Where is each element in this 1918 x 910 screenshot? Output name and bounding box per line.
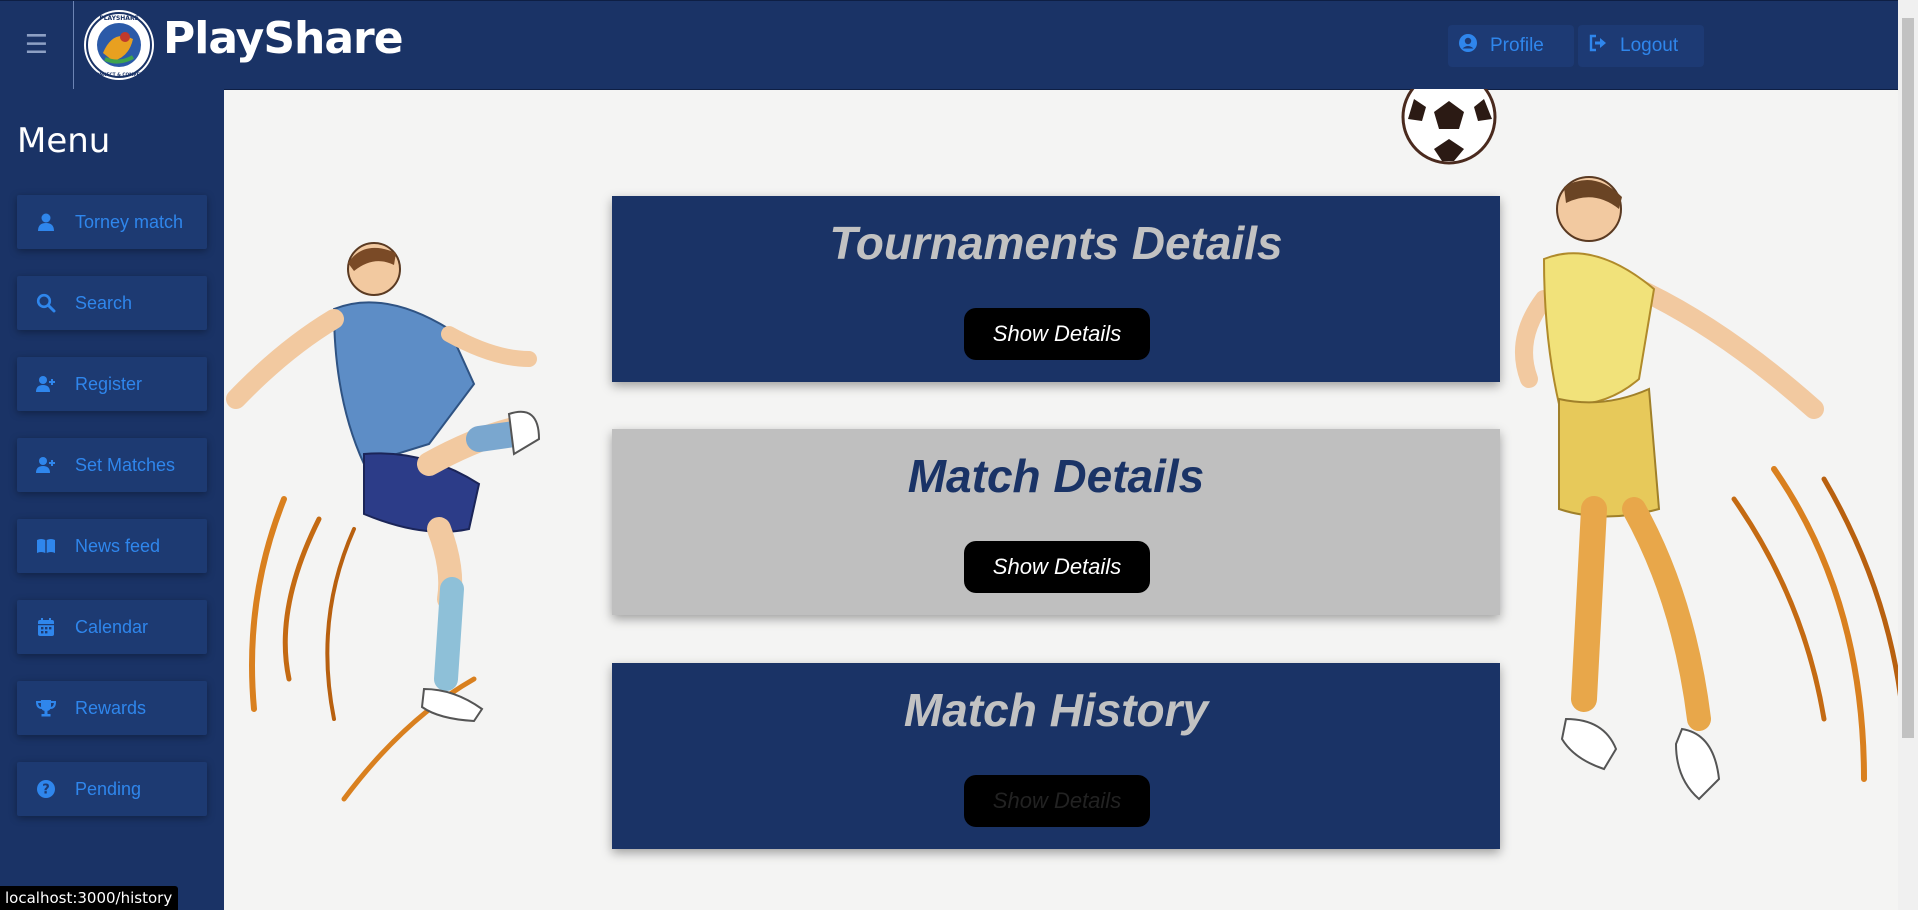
tournaments-details-card: Tournaments Details Show Details [612, 196, 1500, 382]
soccer-player-left-illustration [226, 242, 541, 802]
sidebar-item-news-feed[interactable]: News feed [17, 519, 207, 573]
profile-label: Profile [1490, 35, 1544, 56]
sidebar-item-register[interactable]: Register [17, 357, 207, 411]
svg-text:CONNECT & COMPETE: CONNECT & COMPETE [93, 72, 146, 78]
sidebar-item-torney-match[interactable]: Torney match [17, 195, 207, 249]
card-title: Match Details [907, 450, 1205, 502]
brand-name: PlayShare [163, 13, 404, 64]
sidebar-item-label: Calendar [75, 616, 149, 637]
book-open-icon [36, 536, 56, 556]
user-plus-icon [36, 374, 56, 394]
sidebar-item-label: News feed [75, 535, 161, 556]
hamburger-menu-button[interactable]: ☰ [0, 1, 74, 89]
card-title: Match History [903, 684, 1209, 736]
calendar-icon [36, 617, 56, 637]
sidebar-item-label: Search [75, 292, 133, 313]
soccer-ball-icon [1401, 89, 1497, 165]
logout-button[interactable]: Logout [1578, 25, 1704, 67]
search-icon [36, 293, 56, 313]
sidebar-item-label: Rewards [75, 697, 147, 718]
scrollbar-thumb[interactable] [1902, 18, 1914, 738]
sidebar-item-label: Torney match [75, 211, 184, 232]
profile-button[interactable]: Profile [1448, 25, 1574, 67]
svg-text:PLAYSHARE: PLAYSHARE [99, 15, 138, 22]
user-icon [36, 212, 56, 232]
top-navbar: ☰ PLAYSHARE CONNECT & COMPETE PlayShare … [0, 0, 1898, 90]
menu-title: Menu [17, 121, 111, 161]
sidebar-item-label: Set Matches [75, 454, 176, 475]
vertical-scrollbar[interactable] [1898, 0, 1918, 910]
main-content: Tournaments Details Show Details Match D… [224, 89, 1898, 910]
playshare-logo[interactable]: PLAYSHARE CONNECT & COMPETE [83, 9, 155, 81]
match-history-card: Match History Show Details [612, 663, 1500, 849]
sidebar-item-pending[interactable]: ? Pending [17, 762, 207, 816]
show-details-button[interactable]: Show Details [964, 541, 1150, 593]
sidebar-item-label: Register [75, 373, 143, 394]
logout-label: Logout [1620, 35, 1679, 56]
svg-text:?: ? [42, 783, 50, 798]
sidebar: Menu Torney match Search Register Set Ma… [0, 89, 224, 910]
trophy-icon [36, 698, 56, 718]
show-details-button[interactable]: Show Details [964, 308, 1150, 360]
show-details-button[interactable]: Show Details [964, 775, 1150, 827]
link-status-url: localhost:3000/history [0, 886, 179, 910]
match-details-card: Match Details Show Details [612, 429, 1500, 615]
question-circle-icon: ? [36, 779, 56, 799]
sidebar-item-search[interactable]: Search [17, 276, 207, 330]
sign-out-icon [1588, 33, 1608, 59]
card-title: Tournaments Details [829, 217, 1283, 269]
sidebar-item-set-matches[interactable]: Set Matches [17, 438, 207, 492]
hamburger-icon: ☰ [24, 30, 49, 60]
sidebar-item-label: Pending [75, 778, 142, 799]
user-circle-icon [1458, 33, 1478, 59]
sidebar-item-rewards[interactable]: Rewards [17, 681, 207, 735]
sidebar-item-calendar[interactable]: Calendar [17, 600, 207, 654]
user-plus-icon [36, 455, 56, 475]
